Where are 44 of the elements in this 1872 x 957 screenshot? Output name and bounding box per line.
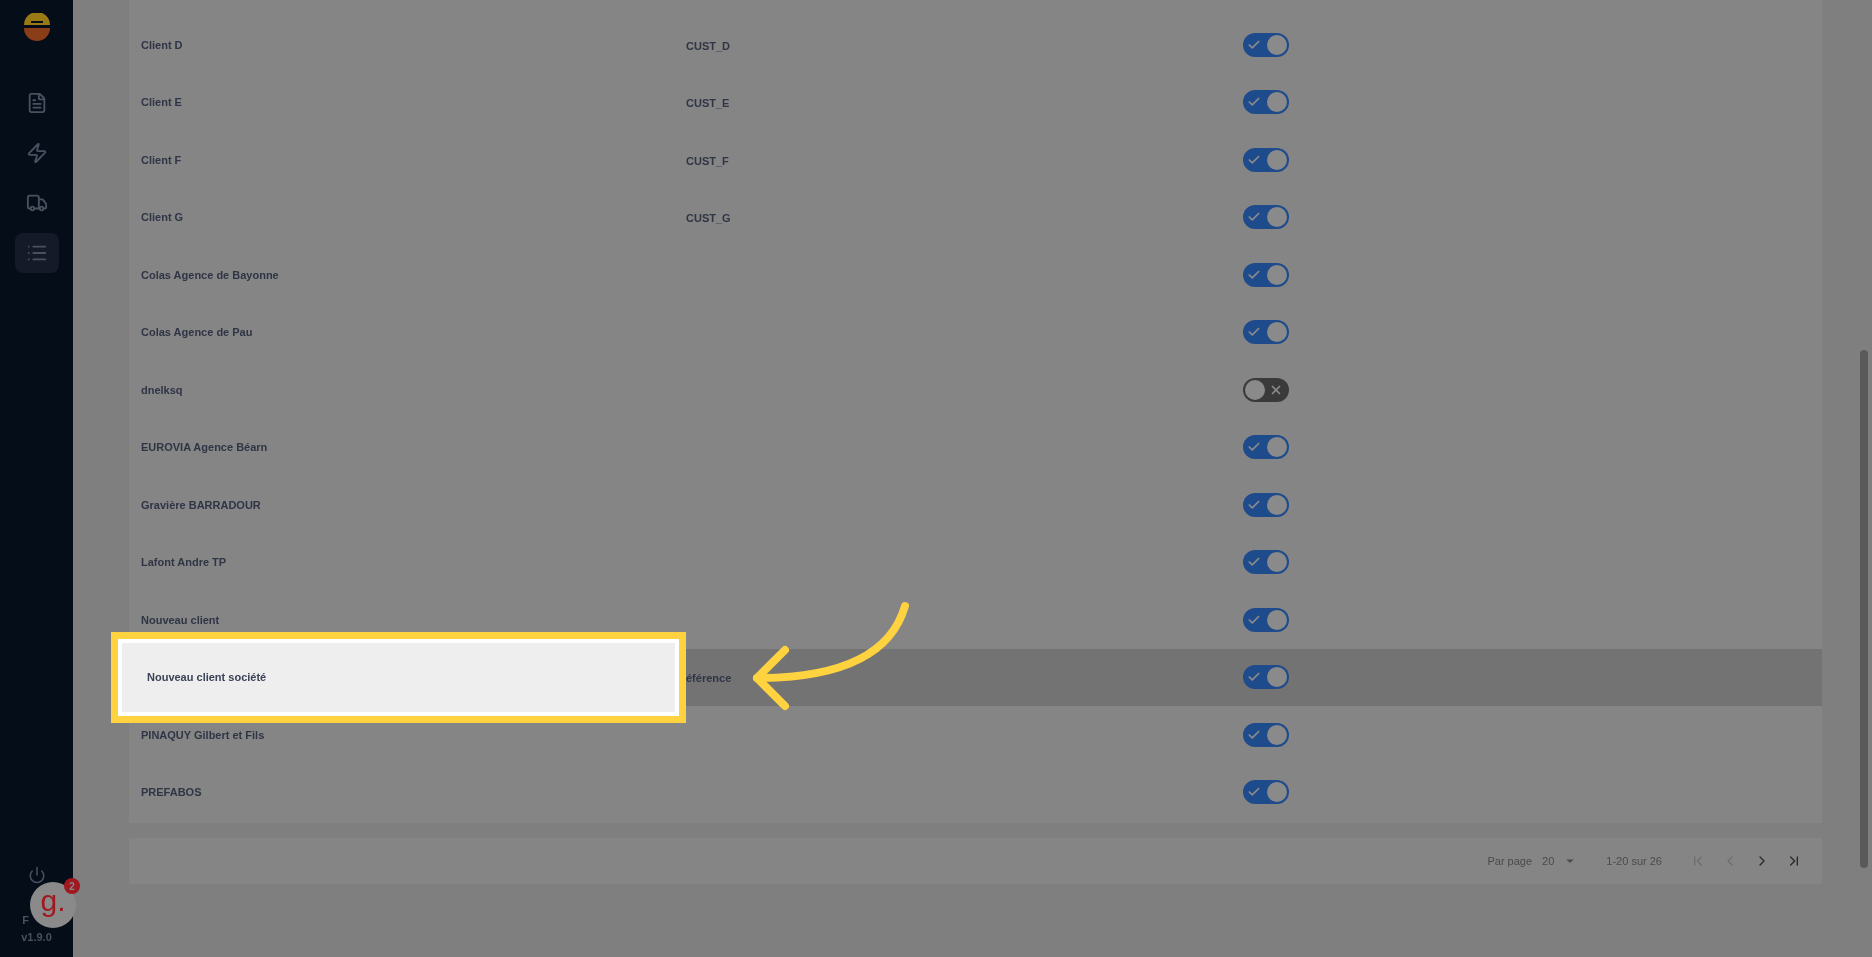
client-name: Client E	[141, 95, 182, 110]
power-icon[interactable]	[27, 866, 46, 884]
client-name: Colas Agence de Bayonne	[141, 267, 279, 283]
toggle-switch[interactable]	[1243, 320, 1289, 345]
client-name: Client G	[141, 210, 184, 225]
scrollbar-thumb[interactable]	[1860, 350, 1868, 868]
logo-icon	[21, 13, 52, 43]
toggle-switch[interactable]	[1243, 147, 1289, 172]
bolt-icon	[25, 142, 48, 164]
client-code: CUST_E	[686, 97, 730, 110]
client-name: dnelksq	[141, 382, 183, 398]
toggle-switch[interactable]	[1243, 262, 1289, 287]
version-label: v1.9.0	[21, 929, 52, 945]
toggle-switch[interactable]	[1243, 435, 1289, 460]
client-code: CUST_F	[686, 154, 729, 167]
toggle-switch[interactable]	[1243, 665, 1289, 690]
badge-letter: g.	[40, 886, 66, 916]
toggle-switch[interactable]	[1243, 32, 1289, 57]
toggle-switch[interactable]	[1243, 377, 1289, 402]
client-name: Gravière BARRADOUR	[141, 497, 261, 513]
client-name: Lafont Andre TP	[141, 555, 227, 570]
toggle-switch[interactable]	[1243, 205, 1289, 230]
client-name: Nouveau client	[141, 612, 220, 628]
toggle-switch[interactable]	[1243, 780, 1289, 805]
toggle-switch[interactable]	[1243, 90, 1289, 115]
client-code: éférence	[686, 672, 732, 685]
client-name: Colas Agence de Pau	[141, 325, 253, 340]
client-name: PREFABOS	[141, 785, 202, 800]
truck-icon	[25, 192, 48, 214]
toggle-switch[interactable]	[1243, 550, 1289, 575]
per-page-label: Par page	[1487, 853, 1533, 869]
client-name: Nouveau client société	[147, 669, 267, 685]
client-name: Client F	[141, 152, 182, 168]
client-name: Client D	[141, 37, 183, 53]
client-code: CUST_G	[686, 212, 731, 225]
client-code: CUST_D	[686, 39, 730, 52]
toggle-switch[interactable]	[1243, 607, 1289, 632]
notification-count: 2	[64, 878, 80, 894]
sidebar-item[interactable]	[14, 233, 59, 273]
client-name: EUROVIA Agence Béarn	[141, 440, 268, 455]
toggle-switch[interactable]	[1243, 492, 1289, 517]
language-label[interactable]: F	[22, 912, 29, 929]
client-name: PINAQUY Gilbert et Fils	[141, 727, 265, 743]
toggle-switch[interactable]	[1243, 722, 1289, 747]
